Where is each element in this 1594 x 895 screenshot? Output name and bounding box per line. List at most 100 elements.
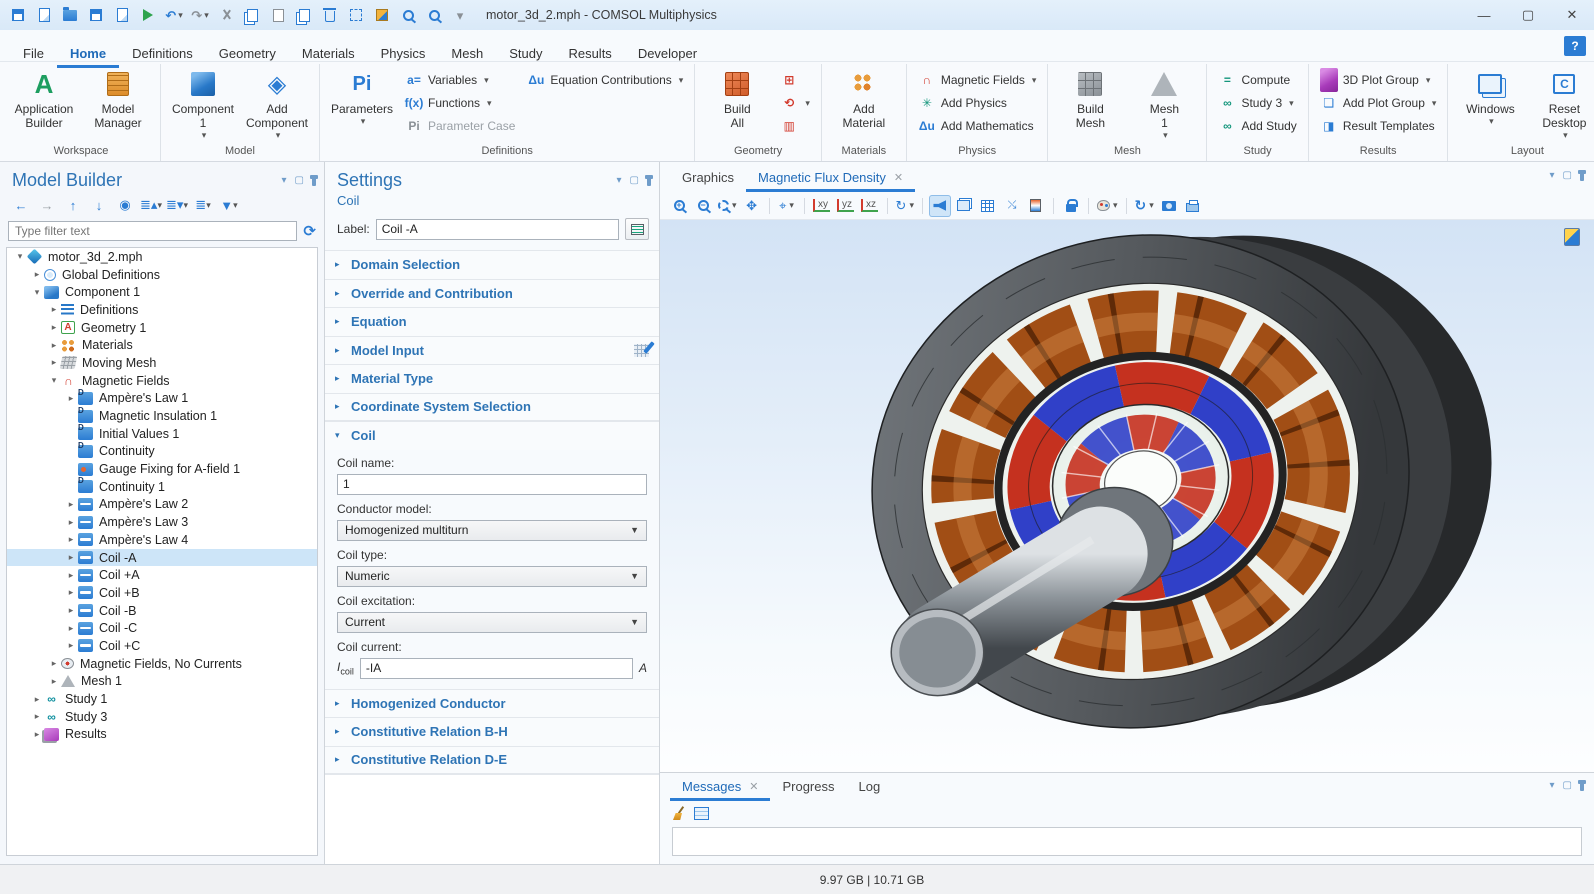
ribbon-result-templates-button[interactable]: ◨Result Templates — [1315, 116, 1442, 136]
tree-item-coil-a[interactable]: ▸Coil -A — [7, 549, 317, 567]
expand-icon[interactable]: ▸ — [47, 340, 61, 351]
expand-icon[interactable]: ▸ — [47, 304, 61, 315]
panel-menu-caret-icon[interactable]: ▾ — [617, 175, 622, 186]
lock-icon[interactable] — [1060, 195, 1082, 217]
maximize-button[interactable]: ▢ — [1506, 0, 1550, 30]
tree-item-results[interactable]: ▸Results — [7, 726, 317, 744]
expand-icon[interactable]: ▸ — [30, 711, 44, 722]
graphics-canvas[interactable] — [660, 220, 1594, 772]
tree-filter-input[interactable] — [8, 221, 297, 241]
ribbon-parameters-button[interactable]: PiParameters▾ — [326, 66, 398, 142]
node-group-icon[interactable]: ≣▾ — [192, 195, 214, 215]
tree-item-continuity-1[interactable]: Continuity 1 — [7, 478, 317, 496]
redo-button[interactable]: ↷▾ — [188, 4, 212, 26]
view-xz-icon[interactable]: xz — [859, 195, 881, 217]
ribbon-insert-sequence-button[interactable]: ⊞ — [775, 70, 815, 90]
section-coordinate-system-selection[interactable]: ▸Coordinate System Selection — [325, 393, 659, 422]
tree-item-global-definitions[interactable]: ▸Global Definitions — [7, 266, 317, 284]
minimize-button[interactable]: — — [1462, 0, 1506, 30]
tree-item-magnetic-insulation-1[interactable]: Magnetic Insulation 1 — [7, 407, 317, 425]
run-button[interactable] — [136, 4, 160, 26]
filter-icon[interactable]: ▼▾ — [218, 195, 240, 215]
section-override-and-contribution[interactable]: ▸Override and Contribution — [325, 279, 659, 308]
panel-menu-caret-icon[interactable]: ▾ — [1550, 780, 1555, 791]
help-button[interactable]: ? — [1564, 36, 1586, 56]
tree-item-amp-re-s-law-3[interactable]: ▸Ampère's Law 3 — [7, 513, 317, 531]
expand-icon[interactable]: ▸ — [47, 322, 61, 333]
motor-3d-plot[interactable] — [660, 220, 1594, 772]
color-legend-icon[interactable] — [1025, 195, 1047, 217]
panel-maximize-icon[interactable]: ▢ — [630, 175, 639, 186]
ribbon-windows-button[interactable]: Windows▾ — [1454, 66, 1526, 142]
expand-icon[interactable]: ▸ — [64, 499, 78, 510]
tree-item-coil-c[interactable]: ▸Coil +C — [7, 637, 317, 655]
tree-item-coil-a[interactable]: ▸Coil +A — [7, 566, 317, 584]
tree-item-gauge-fixing-for-a-field-1[interactable]: Gauge Fixing for A-field 1 — [7, 460, 317, 478]
messages-tab-log[interactable]: Log — [847, 773, 893, 801]
menu-tab-developer[interactable]: Developer — [625, 40, 710, 68]
view-yz-icon[interactable]: yz — [835, 195, 857, 217]
nav-back-icon[interactable]: ← — [10, 195, 32, 215]
ribbon-variables-button[interactable]: a=Variables▾ — [400, 70, 520, 90]
menu-tab-home[interactable]: Home — [57, 40, 119, 68]
undo-button[interactable]: ↶▾ — [162, 4, 186, 26]
label-input[interactable] — [376, 219, 619, 240]
tree-item-study-1[interactable]: ▸Study 1 — [7, 690, 317, 708]
ribbon-study-3-button[interactable]: ∞Study 3▾ — [1213, 93, 1301, 113]
expand-icon[interactable]: ▸ — [64, 517, 78, 528]
messages-output[interactable] — [672, 827, 1582, 856]
move-down-icon[interactable]: ↓ — [88, 195, 110, 215]
ribbon-reset-desktop-button[interactable]: CReset Desktop▾ — [1528, 66, 1594, 142]
grid-icon[interactable] — [977, 195, 999, 217]
messages-tab-messages[interactable]: Messages✕ — [670, 773, 770, 801]
zoom-in-icon[interactable]: + — [668, 195, 690, 217]
transparency-icon[interactable] — [953, 195, 975, 217]
expand-icon[interactable]: ▸ — [64, 393, 78, 404]
section-coil[interactable]: ▾ Coil — [325, 421, 659, 450]
tree-item-motor-3d-2-mph[interactable]: ▾motor_3d_2.mph — [7, 248, 317, 266]
coil-current-input[interactable] — [360, 658, 633, 679]
customize-button[interactable]: ▾ — [448, 4, 472, 26]
tree-item-coil-b[interactable]: ▸Coil +B — [7, 584, 317, 602]
open-button[interactable] — [58, 4, 82, 26]
panel-pin-icon[interactable] — [312, 176, 316, 186]
tree-item-coil-c[interactable]: ▸Coil -C — [7, 619, 317, 637]
menu-tab-file[interactable]: File — [10, 40, 57, 68]
tree-item-amp-re-s-law-4[interactable]: ▸Ampère's Law 4 — [7, 531, 317, 549]
expand-icon[interactable]: ▸ — [30, 269, 44, 280]
expand-icon[interactable]: ▸ — [64, 570, 78, 581]
save-button[interactable] — [84, 4, 108, 26]
new-file-button[interactable] — [32, 4, 56, 26]
expand-icon[interactable]: ▸ — [30, 729, 44, 740]
graphics-tab-magnetic-flux-density[interactable]: Magnetic Flux Density✕ — [746, 164, 915, 192]
panel-menu-caret-icon[interactable]: ▾ — [1550, 170, 1555, 181]
comsol-logo-button[interactable] — [6, 4, 30, 26]
paste-button[interactable] — [266, 4, 290, 26]
tree-item-initial-values-1[interactable]: Initial Values 1 — [7, 425, 317, 443]
menu-tab-definitions[interactable]: Definitions — [119, 40, 206, 68]
edit-model-input-icon[interactable] — [634, 344, 649, 357]
zoom-out-icon[interactable]: − — [692, 195, 714, 217]
duplicate-button[interactable] — [292, 4, 316, 26]
find-replace-button[interactable] — [422, 4, 446, 26]
tree-item-study-3[interactable]: ▸Study 3 — [7, 708, 317, 726]
snapshot-icon[interactable] — [1158, 195, 1180, 217]
menu-tab-materials[interactable]: Materials — [289, 40, 368, 68]
menu-tab-physics[interactable]: Physics — [368, 40, 439, 68]
panel-maximize-icon[interactable]: ▢ — [1563, 780, 1572, 791]
section-domain-selection[interactable]: ▸Domain Selection — [325, 250, 659, 279]
section-material-type[interactable]: ▸Material Type — [325, 364, 659, 393]
expand-icon[interactable]: ▸ — [64, 552, 78, 563]
ribbon-build-mesh-button[interactable]: Build Mesh — [1054, 66, 1126, 142]
panel-menu-caret-icon[interactable]: ▾ — [282, 175, 287, 186]
ribbon-add-component-button[interactable]: ◈Add Component▾ — [241, 66, 313, 142]
collapse-icon[interactable]: ▾ — [13, 251, 27, 262]
section-constitutive-relation-d-e[interactable]: ▸Constitutive Relation D-E — [325, 746, 659, 775]
tree-item-coil-b[interactable]: ▸Coil -B — [7, 602, 317, 620]
ribbon-equation-contributions-button[interactable]: ΔuEquation Contributions▾ — [522, 70, 688, 90]
ribbon-mesh-1-button[interactable]: Mesh 1▾ — [1128, 66, 1200, 142]
rename-button[interactable] — [625, 218, 649, 240]
expand-all-icon[interactable]: ≣▴▾ — [140, 195, 162, 215]
expand-icon[interactable]: ▸ — [47, 658, 61, 669]
menu-tab-study[interactable]: Study — [496, 40, 555, 68]
